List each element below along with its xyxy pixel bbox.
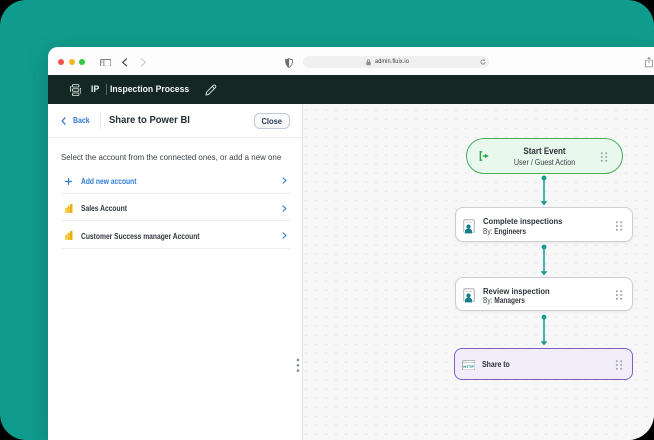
- node-title: Review inspection: [482, 285, 550, 296]
- back-icon[interactable]: [121, 58, 128, 67]
- chevron-right-icon: [282, 177, 287, 184]
- lock-icon: [366, 59, 371, 66]
- browser-chrome: admin.fluix.io: [48, 47, 654, 75]
- account-row-sales[interactable]: Sales Account: [61, 194, 290, 222]
- http-badge-label: HTTP: [463, 363, 474, 368]
- app-header: IP Inspection Process: [48, 75, 654, 105]
- account-label: Sales Account: [81, 203, 127, 214]
- node-title: Share to: [481, 359, 510, 370]
- panel-header: Back Share to Power BI Close: [48, 104, 303, 139]
- node-complete-inspections[interactable]: Complete inspections By: Engineers: [455, 207, 633, 242]
- connector-arrow: [540, 244, 548, 275]
- header-separator: [105, 84, 107, 95]
- connector-arrow: [540, 175, 548, 206]
- node-title: Complete inspections: [482, 215, 563, 226]
- workflow-initials: IP: [91, 84, 100, 94]
- sidebar-toggle-icon[interactable]: [99, 58, 111, 67]
- back-button[interactable]: Back: [73, 104, 90, 138]
- header-vertical-divider: [100, 112, 101, 130]
- drag-handle-icon[interactable]: [615, 220, 623, 231]
- share-icon[interactable]: [644, 57, 653, 68]
- privacy-shield-icon[interactable]: [285, 58, 294, 69]
- assignee-name: Engineers: [494, 226, 526, 236]
- powerbi-icon: [64, 203, 72, 213]
- close-button-label: Close: [261, 115, 282, 126]
- chevron-right-icon: [282, 232, 287, 239]
- account-list: Add new account Sales Account Customer S…: [61, 167, 290, 249]
- node-share-to[interactable]: HTTP Share to: [454, 348, 634, 380]
- back-chevron-icon[interactable]: [61, 117, 66, 126]
- share-panel: Back Share to Power BI Close Select the …: [48, 104, 303, 440]
- url-text: admin.fluix.io: [375, 58, 410, 65]
- by-prefix: By:: [482, 296, 493, 306]
- add-account-label: Add new account: [81, 176, 137, 186]
- http-icon: HTTP: [461, 359, 476, 370]
- drag-handle-dots: [616, 360, 623, 370]
- traffic-light-minimize[interactable]: [68, 58, 75, 65]
- traffic-light-close[interactable]: [58, 58, 65, 65]
- close-button[interactable]: Close: [253, 112, 290, 129]
- chevron-right-icon: [282, 205, 287, 212]
- panel-description: Select the account from the connected on…: [61, 151, 282, 162]
- browser-window: admin.fluix.io IP Inspection Process Bac…: [48, 47, 654, 440]
- address-bar[interactable]: admin.fluix.io: [302, 56, 489, 68]
- refresh-icon[interactable]: [480, 59, 486, 65]
- workflow-logo-icon: [70, 83, 81, 96]
- forward-icon[interactable]: [140, 58, 147, 67]
- panel-resize-handle[interactable]: [296, 358, 300, 372]
- task-user-icon: [463, 218, 475, 234]
- node-review-inspection[interactable]: Review inspection By: Managers: [455, 277, 633, 312]
- node-subtitle: User / Guest Action: [513, 156, 575, 167]
- account-label: Customer Success manager Account: [81, 230, 200, 241]
- workflow-title: Inspection Process: [110, 84, 190, 95]
- edit-pencil-icon[interactable]: [205, 84, 217, 96]
- node-start-event[interactable]: Start Event User / Guest Action: [465, 138, 623, 174]
- drag-handle-icon[interactable]: [615, 360, 623, 370]
- assignee-name: Managers: [494, 296, 525, 306]
- panel-title: Share to Power BI: [109, 115, 190, 127]
- workflow-logo-strokes: [70, 83, 81, 96]
- account-row-csm[interactable]: Customer Success manager Account: [61, 221, 290, 249]
- add-account-row[interactable]: Add new account: [61, 167, 290, 195]
- by-prefix: By:: [482, 226, 493, 236]
- plus-icon: [64, 177, 72, 185]
- drag-handle-dots: [615, 220, 623, 231]
- connector-arrow: [540, 314, 548, 345]
- node-subtitle: By: Managers: [483, 296, 525, 305]
- traffic-light-zoom[interactable]: [79, 58, 86, 65]
- node-subtitle: By: Engineers: [483, 227, 526, 236]
- drag-handle-icon[interactable]: [600, 151, 608, 162]
- drag-handle-dots: [615, 290, 623, 301]
- drag-handle-dots: [600, 151, 607, 162]
- powerbi-icon: [64, 231, 72, 241]
- node-title: Start Event: [522, 146, 566, 156]
- hero-canvas: admin.fluix.io IP Inspection Process Bac…: [0, 0, 654, 440]
- drag-handle-icon[interactable]: [615, 290, 623, 301]
- task-user-icon: [463, 288, 475, 304]
